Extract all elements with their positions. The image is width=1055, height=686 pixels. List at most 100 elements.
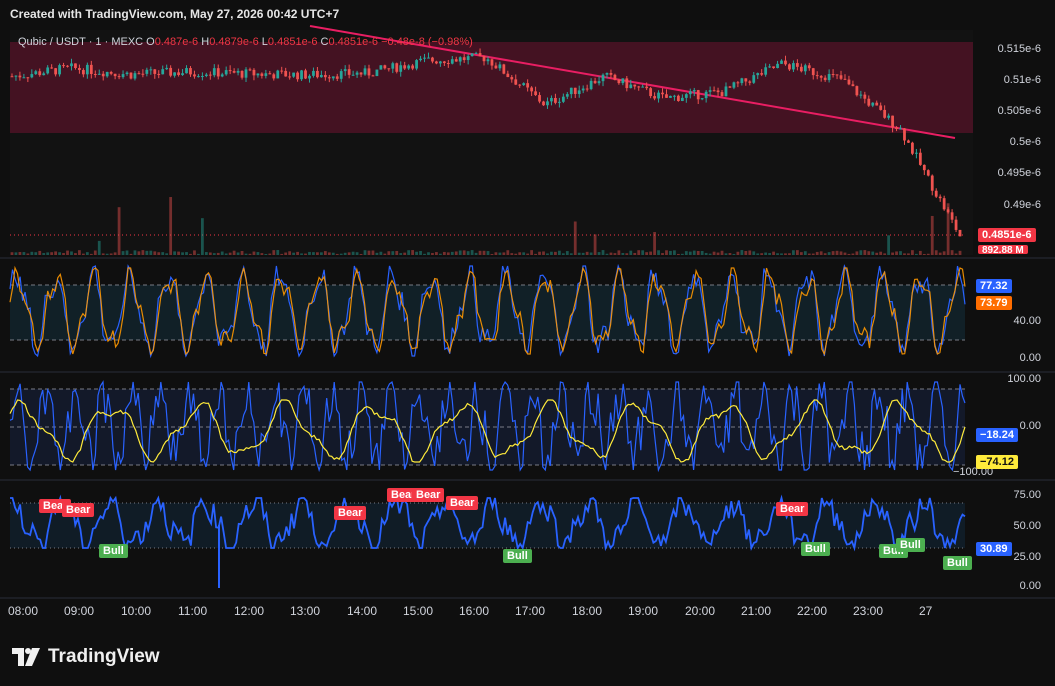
candle-body bbox=[625, 78, 629, 89]
candle-body bbox=[494, 65, 498, 69]
volume-bar bbox=[78, 250, 81, 255]
candle-body bbox=[308, 75, 311, 79]
osc3-tick: 25.00 bbox=[1013, 551, 1041, 563]
volume-bar bbox=[458, 250, 462, 255]
bull-signal: Bull bbox=[896, 538, 925, 552]
volume-bar bbox=[950, 250, 954, 255]
volume-bar bbox=[105, 253, 109, 255]
volume-bar bbox=[264, 253, 268, 255]
candle-body bbox=[466, 56, 470, 61]
candle-body bbox=[799, 66, 803, 72]
volume-bar bbox=[371, 250, 375, 255]
candle-body bbox=[446, 63, 450, 65]
candle-body bbox=[716, 90, 720, 93]
volume-bar bbox=[351, 251, 355, 255]
candle-body bbox=[720, 92, 724, 97]
volume-bar bbox=[907, 253, 910, 255]
volume-bar bbox=[97, 240, 101, 255]
volume-bar bbox=[736, 251, 740, 255]
volume-bar bbox=[926, 253, 930, 255]
volume-bar bbox=[232, 250, 236, 255]
candle-body bbox=[185, 68, 188, 74]
volume-bar bbox=[958, 250, 962, 255]
low-value: 0.4851e-6 bbox=[267, 36, 318, 48]
candle-body bbox=[692, 90, 696, 92]
candle-body bbox=[46, 67, 50, 74]
candle-body bbox=[169, 67, 173, 76]
price-tick: 0.495e-6 bbox=[997, 167, 1041, 179]
volume-bar bbox=[490, 253, 494, 255]
candle-body bbox=[803, 65, 807, 72]
candle-body bbox=[339, 71, 343, 79]
volume-bar bbox=[46, 252, 50, 255]
volume-bar bbox=[224, 253, 228, 255]
volume-bar bbox=[577, 252, 581, 255]
volume-bar bbox=[181, 252, 184, 255]
volume-bar bbox=[478, 250, 482, 255]
chart-canvas[interactable] bbox=[0, 0, 1055, 686]
candle-body bbox=[756, 73, 760, 76]
candle-body bbox=[423, 57, 426, 59]
volume-bar bbox=[673, 250, 676, 255]
candle-body bbox=[653, 96, 656, 99]
volume-bar bbox=[561, 253, 565, 255]
osc3-value: 30.89 bbox=[976, 542, 1012, 556]
candle-body bbox=[696, 90, 700, 100]
candle-body bbox=[641, 86, 645, 88]
candle-body bbox=[593, 80, 597, 84]
volume-bar bbox=[70, 251, 73, 255]
volume-bar bbox=[204, 252, 208, 255]
volume-bar bbox=[22, 252, 26, 255]
volume-bar bbox=[696, 250, 700, 255]
volume-bar bbox=[157, 252, 161, 255]
volume-bar bbox=[712, 251, 716, 255]
candle-body bbox=[728, 86, 732, 88]
candle-body bbox=[673, 95, 676, 97]
volume-bar bbox=[565, 251, 569, 255]
price-tick: 0.505e-6 bbox=[997, 105, 1041, 117]
volume-bar bbox=[752, 251, 756, 255]
candle-body bbox=[252, 69, 256, 76]
osc2-tick: 100.00 bbox=[1007, 373, 1041, 385]
time-tick: 11:00 bbox=[178, 604, 208, 618]
candle-body bbox=[323, 74, 327, 78]
volume-bar bbox=[153, 251, 157, 255]
volume-bar bbox=[454, 251, 458, 255]
tradingview-logo[interactable]: TradingView bbox=[12, 646, 160, 668]
volume-bar bbox=[387, 251, 391, 255]
candle-body bbox=[212, 68, 216, 76]
volume-bar bbox=[700, 250, 704, 255]
volume-bar bbox=[934, 250, 938, 255]
bear-signal: Bear bbox=[446, 496, 479, 510]
candle-body bbox=[847, 79, 851, 85]
candle-body bbox=[506, 73, 510, 78]
volume-bar bbox=[34, 252, 38, 255]
candle-body bbox=[561, 96, 565, 102]
candle-body bbox=[930, 175, 934, 191]
candle-body bbox=[577, 90, 581, 94]
symbol-legend[interactable]: Qubic / USDT · 1 · MEXC O0.487e-6 H0.487… bbox=[18, 36, 473, 48]
candle-body bbox=[851, 84, 855, 87]
volume-bar bbox=[768, 253, 772, 255]
volume-bar bbox=[601, 250, 605, 255]
volume-badge: 892.88 M bbox=[978, 245, 1028, 254]
candle-body bbox=[268, 73, 272, 75]
volume-bar bbox=[522, 252, 526, 255]
volume-bar bbox=[197, 253, 200, 255]
candle-body bbox=[605, 73, 609, 75]
volume-bar bbox=[30, 251, 34, 255]
volume-bar bbox=[403, 252, 407, 255]
volume-bar bbox=[514, 253, 518, 255]
candle-body bbox=[784, 60, 787, 65]
time-tick: 09:00 bbox=[64, 604, 95, 618]
candle-body bbox=[435, 61, 438, 64]
candle-body bbox=[922, 164, 926, 171]
candle-body bbox=[296, 72, 299, 80]
candle-body bbox=[113, 73, 117, 77]
volume-bar bbox=[470, 250, 474, 255]
candle-body bbox=[200, 76, 204, 78]
price-tick: 0.5e-6 bbox=[1009, 136, 1041, 148]
candle-body bbox=[74, 63, 77, 68]
candle-body bbox=[859, 94, 863, 96]
candle-body bbox=[280, 70, 284, 72]
